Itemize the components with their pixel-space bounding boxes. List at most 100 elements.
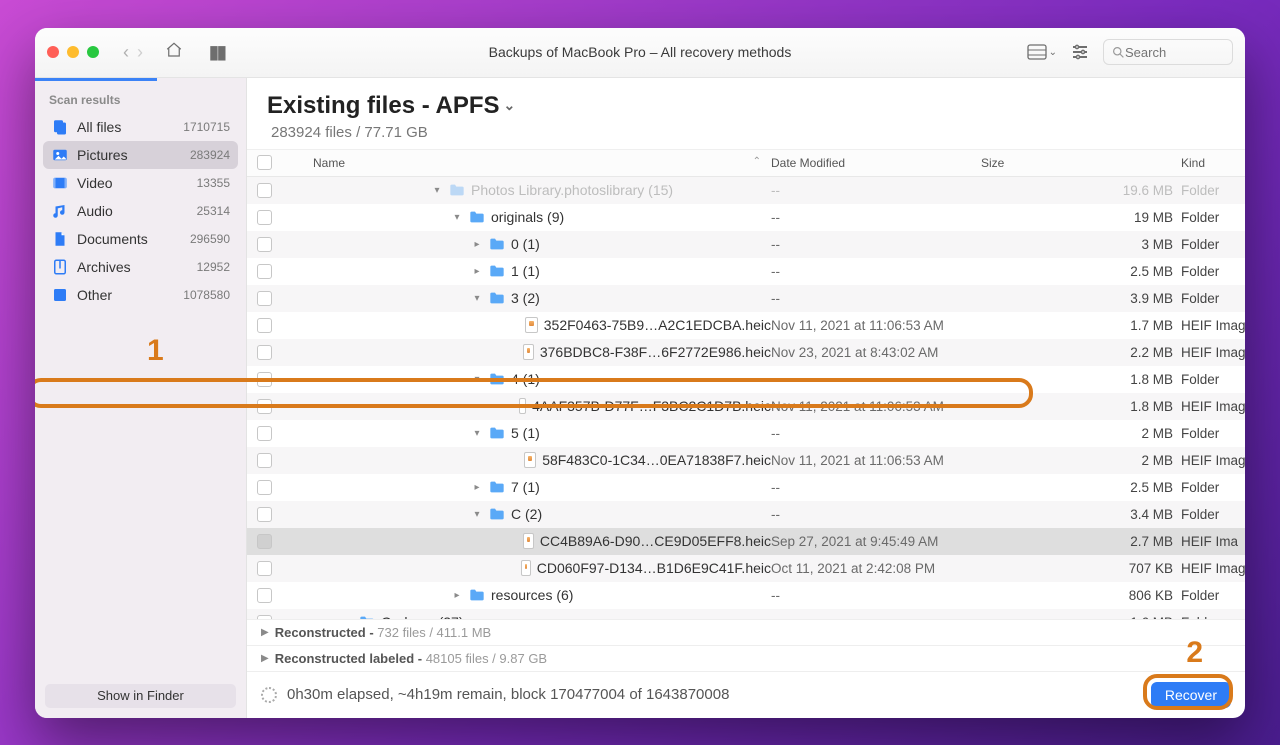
row-checkbox[interactable] [257, 588, 272, 603]
sidebar-item-all-files[interactable]: All files1710715 [43, 113, 238, 141]
row-checkbox[interactable] [257, 291, 272, 306]
folder-row[interactable]: ▾4 (1)--1.8 MBFolder [247, 366, 1245, 393]
show-in-finder-button[interactable]: Show in Finder [45, 684, 236, 708]
row-name: 376BDBC8-F38F…6F2772E986.heic [540, 344, 771, 360]
row-checkbox[interactable] [257, 318, 272, 333]
chevron-right-icon: ▶ [261, 653, 269, 664]
progress-spinner-icon [261, 687, 277, 703]
folder-row[interactable]: ▸1 (1)--2.5 MBFolder [247, 258, 1245, 285]
chevron-down-icon: ⌄ [504, 97, 516, 114]
row-checkbox[interactable] [257, 345, 272, 360]
row-checkbox[interactable] [257, 399, 272, 414]
row-kind: Folder [1181, 237, 1245, 252]
row-name: Orphans (27) [381, 614, 463, 619]
row-checkbox[interactable] [257, 264, 272, 279]
folder-icon [489, 480, 505, 494]
folder-row[interactable]: ▾originals (9)--19 MBFolder [247, 204, 1245, 231]
file-row[interactable]: CC4B89A6-D90…CE9D05EFF8.heicSep 27, 2021… [247, 528, 1245, 555]
file-row[interactable]: CD060F97-D134…B1D6E9C41F.heicOct 11, 202… [247, 555, 1245, 582]
search-input[interactable] [1125, 45, 1215, 60]
col-header-date[interactable]: Date Modified [771, 156, 981, 170]
sidebar-item-pictures[interactable]: Pictures283924 [43, 141, 238, 169]
row-date: -- [771, 183, 981, 198]
sidebar-item-count: 1710715 [183, 120, 230, 134]
folder-row[interactable]: ▸resources (6)--806 KBFolder [247, 582, 1245, 609]
filter-button[interactable] [1071, 43, 1089, 61]
disclosure-triangle-icon[interactable]: ▸ [471, 266, 483, 277]
sidebar-item-count: 1078580 [183, 288, 230, 302]
sidebar-item-audio[interactable]: Audio25314 [43, 197, 238, 225]
search-box[interactable] [1103, 39, 1233, 65]
back-button[interactable]: ‹ [119, 42, 133, 63]
folder-icon [489, 426, 505, 440]
minimize-window-button[interactable] [67, 46, 79, 58]
folder-row[interactable]: ▸0 (1)--3 MBFolder [247, 231, 1245, 258]
file-list[interactable]: ▾Photos Library.photoslibrary (15)--19.6… [247, 177, 1245, 619]
row-checkbox[interactable] [257, 561, 272, 576]
reconstructed-labeled-section[interactable]: ▶ Reconstructed labeled - 48105 files / … [247, 645, 1245, 671]
file-row[interactable]: 376BDBC8-F38F…6F2772E986.heicNov 23, 202… [247, 339, 1245, 366]
row-checkbox[interactable] [257, 480, 272, 495]
home-button[interactable] [157, 41, 191, 64]
folder-icon [489, 237, 505, 251]
row-date: Oct 11, 2021 at 2:42:08 PM [771, 561, 981, 576]
disclosure-triangle-icon[interactable]: ▸ [341, 617, 353, 619]
forward-button[interactable]: › [133, 42, 147, 63]
disclosure-triangle-icon[interactable]: ▸ [471, 239, 483, 250]
file-row[interactable]: 352F0463-75B9…A2C1EDCBA.heicNov 11, 2021… [247, 312, 1245, 339]
row-checkbox[interactable] [257, 534, 272, 549]
reconstructed-label: Reconstructed - [275, 625, 378, 640]
folder-row[interactable]: ▸7 (1)--2.5 MBFolder [247, 474, 1245, 501]
close-window-button[interactable] [47, 46, 59, 58]
row-date: Sep 27, 2021 at 9:45:49 AM [771, 534, 981, 549]
disclosure-triangle-icon[interactable]: ▾ [471, 428, 483, 439]
row-checkbox[interactable] [257, 237, 272, 252]
sidebar-item-count: 13355 [197, 176, 230, 190]
reconstructed-section[interactable]: ▶ Reconstructed - 732 files / 411.1 MB [247, 619, 1245, 645]
disclosure-triangle-icon[interactable]: ▸ [451, 590, 463, 601]
video-icon [51, 174, 69, 192]
folder-row[interactable]: ▾C (2)--3.4 MBFolder [247, 501, 1245, 528]
archives-icon [51, 258, 69, 276]
audio-icon [51, 202, 69, 220]
row-checkbox[interactable] [257, 615, 272, 619]
row-checkbox[interactable] [257, 426, 272, 441]
pause-button[interactable]: ▮▮ [201, 42, 233, 63]
sidebar-item-label: Documents [77, 231, 182, 247]
file-row[interactable]: 4AAF357B-D77F…F3BC2C1D7B.heicNov 11, 202… [247, 393, 1245, 420]
file-row[interactable]: 58F483C0-1C34…0EA71838F7.heicNov 11, 202… [247, 447, 1245, 474]
row-name: 4 (1) [511, 371, 540, 387]
row-date: Nov 11, 2021 at 11:06:53 AM [771, 399, 981, 414]
col-header-kind[interactable]: Kind [1181, 156, 1245, 170]
folder-icon [449, 183, 465, 197]
folder-row[interactable]: ▾3 (2)--3.9 MBFolder [247, 285, 1245, 312]
view-options-button[interactable]: ⌄ [1027, 44, 1057, 60]
recover-button[interactable]: Recover [1151, 682, 1231, 708]
folder-row[interactable]: ▾Photos Library.photoslibrary (15)--19.6… [247, 177, 1245, 204]
sidebar-item-documents[interactable]: Documents296590 [43, 225, 238, 253]
folder-icon [489, 264, 505, 278]
col-header-name[interactable]: Name⌃ [281, 156, 771, 170]
disclosure-triangle-icon[interactable]: ▾ [431, 185, 443, 196]
disclosure-triangle-icon[interactable]: ▸ [471, 482, 483, 493]
sidebar-item-other[interactable]: Other1078580 [43, 281, 238, 309]
zoom-window-button[interactable] [87, 46, 99, 58]
row-checkbox[interactable] [257, 183, 272, 198]
sidebar-item-archives[interactable]: Archives12952 [43, 253, 238, 281]
sidebar-item-video[interactable]: Video13355 [43, 169, 238, 197]
row-date: -- [771, 426, 981, 441]
folder-row[interactable]: ▾5 (1)--2 MBFolder [247, 420, 1245, 447]
reconstructed-labeled-label: Reconstructed labeled - [275, 651, 426, 666]
select-all-checkbox[interactable] [257, 155, 272, 170]
col-header-size[interactable]: Size [981, 156, 1181, 170]
row-checkbox[interactable] [257, 453, 272, 468]
row-checkbox[interactable] [257, 507, 272, 522]
row-checkbox[interactable] [257, 210, 272, 225]
folder-row[interactable]: ▸Orphans (27)--1.6 MBFolder [247, 609, 1245, 619]
row-checkbox[interactable] [257, 372, 272, 387]
disclosure-triangle-icon[interactable]: ▾ [471, 509, 483, 520]
disclosure-triangle-icon[interactable]: ▾ [471, 293, 483, 304]
disclosure-triangle-icon[interactable]: ▾ [451, 212, 463, 223]
page-title[interactable]: Existing files - APFS ⌄ [267, 92, 1225, 120]
disclosure-triangle-icon[interactable]: ▾ [471, 374, 483, 385]
